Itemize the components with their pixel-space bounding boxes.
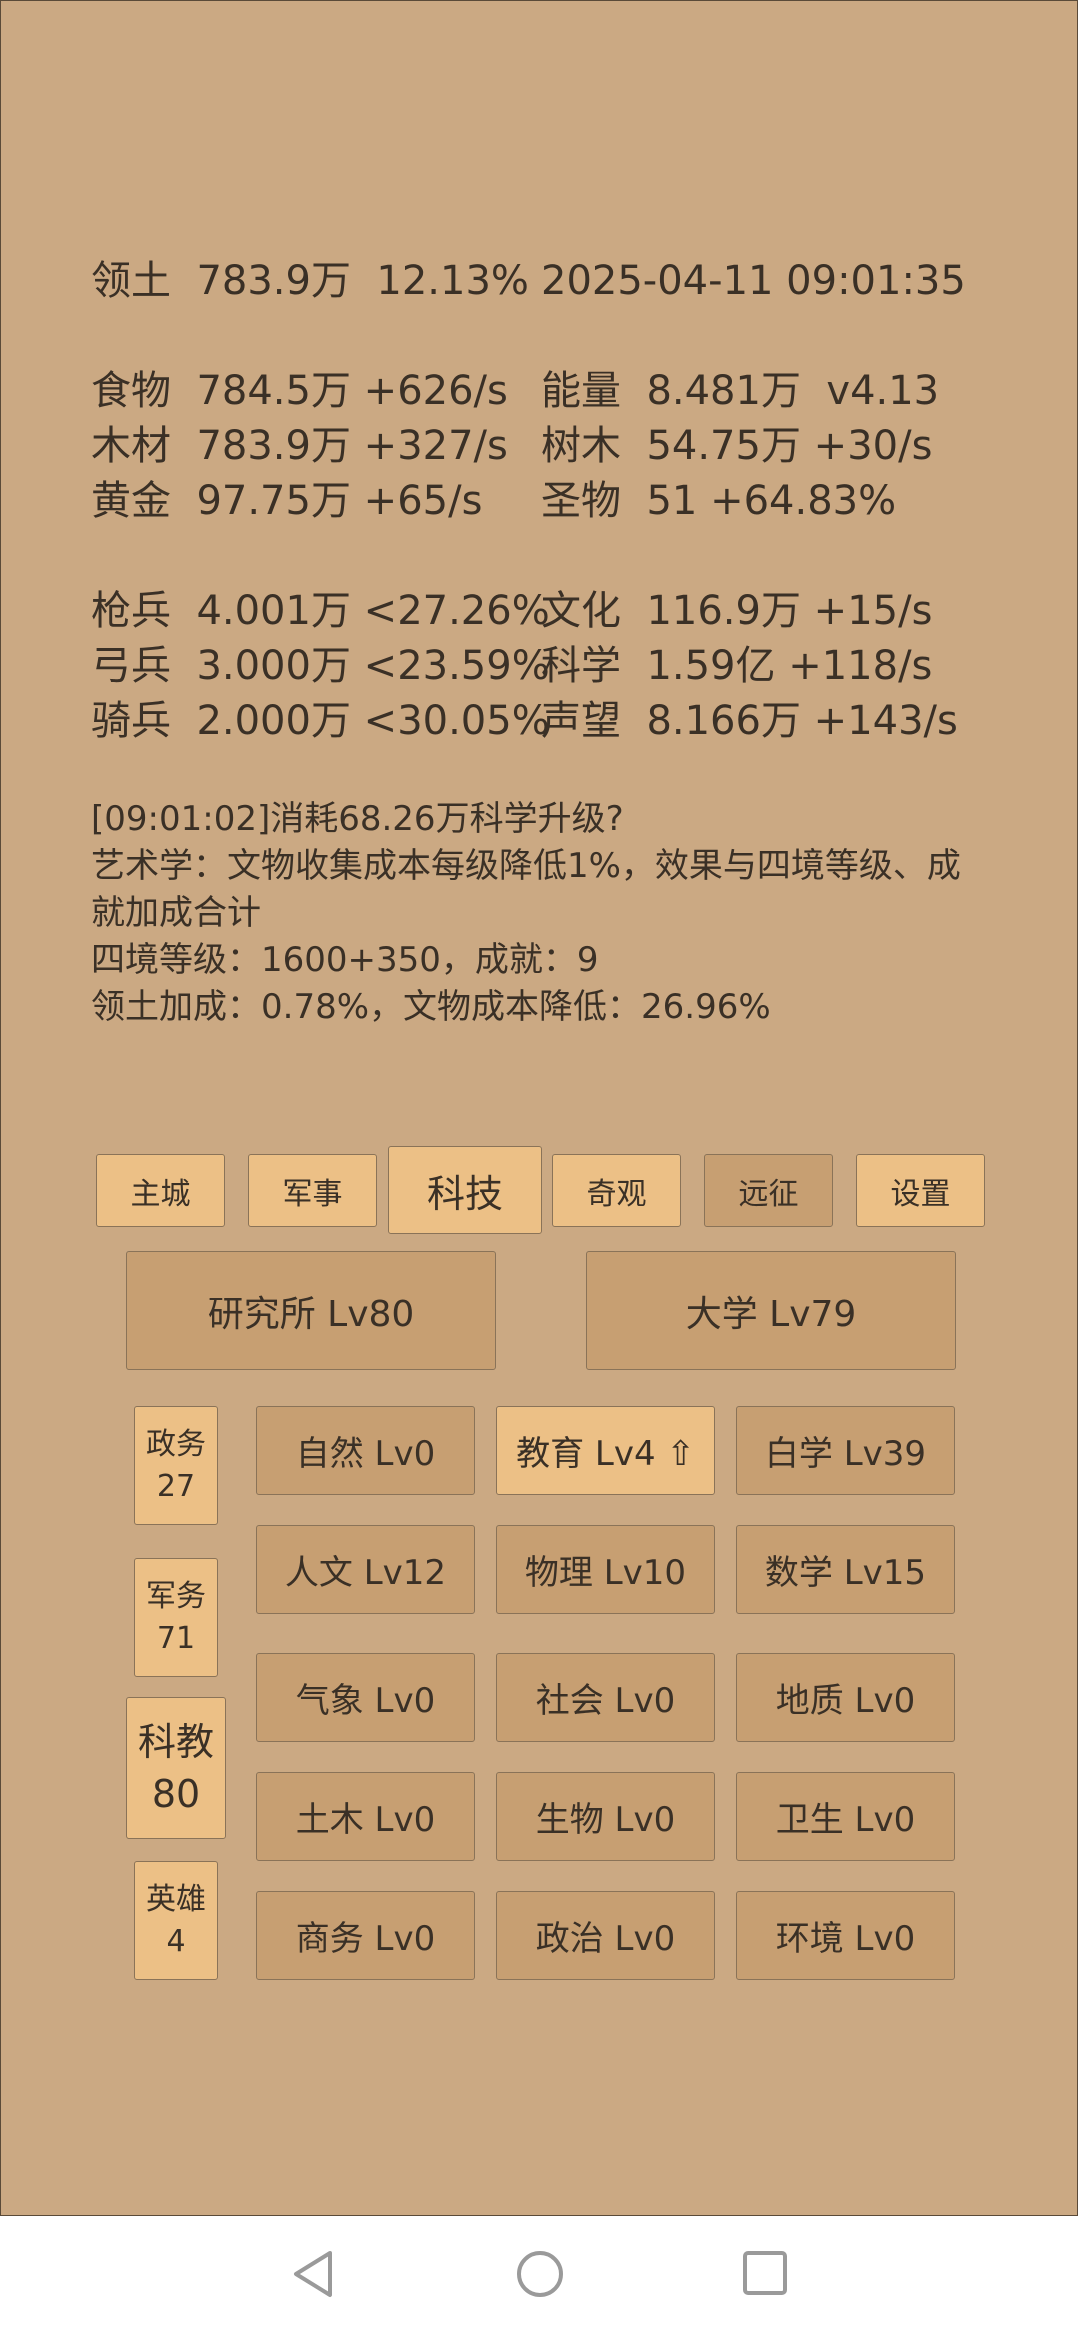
food-stat: 食物 784.5万 +626/s xyxy=(91,367,508,415)
tech-bai-studies[interactable]: 白学 Lv39 xyxy=(736,1406,955,1495)
energy-stat: 能量 8.481万 v4.13 xyxy=(541,367,939,415)
log-line: [09:01:02]消耗68.26万科学升级? xyxy=(91,799,624,839)
tech-biology[interactable]: 生物 Lv0 xyxy=(496,1772,715,1861)
tech-politics[interactable]: 政治 Lv0 xyxy=(496,1891,715,1980)
stat-rate: <23.59% xyxy=(363,643,550,689)
game-screen: 领土 783.9万 12.13% 2025-04-11 09:01:35 食物 … xyxy=(0,0,1078,2216)
tab-military[interactable]: 军事 xyxy=(248,1154,377,1227)
stat-rate: +15/s xyxy=(813,588,933,634)
stat-label: 声望 xyxy=(541,698,621,744)
tech-nature[interactable]: 自然 Lv0 xyxy=(256,1406,475,1495)
stat-rate: 12.13% xyxy=(376,258,529,304)
spear-stat: 枪兵 4.001万 <27.26% xyxy=(91,587,550,635)
side-politics[interactable]: 政务 27 xyxy=(134,1406,218,1525)
side-military-affairs[interactable]: 军务 71 xyxy=(134,1558,218,1677)
building-university[interactable]: 大学 Lv79 xyxy=(586,1251,956,1370)
building-institute[interactable]: 研究所 Lv80 xyxy=(126,1251,496,1370)
message-log: [09:01:02]消耗68.26万科学升级? 艺术学：文物收集成本每级降低1%… xyxy=(91,796,991,1031)
culture-stat: 文化 116.9万 +15/s xyxy=(541,587,932,635)
stat-label: 圣物 xyxy=(541,478,621,524)
stat-label: 黄金 xyxy=(91,478,171,524)
tech-civil-engineering[interactable]: 土木 Lv0 xyxy=(256,1772,475,1861)
stat-rate: +64.83% xyxy=(710,478,897,524)
stat-value: 3.000万 xyxy=(196,643,351,689)
gold-stat: 黄金 97.75万 +65/s xyxy=(91,477,482,525)
stat-value: 8.481万 xyxy=(646,368,801,414)
stat-rate: +143/s xyxy=(813,698,958,744)
tech-mathematics[interactable]: 数学 Lv15 xyxy=(736,1525,955,1614)
stat-value: 54.75万 xyxy=(646,423,801,469)
wood-stat: 木材 783.9万 +327/s xyxy=(91,422,508,470)
stat-label: 文化 xyxy=(541,588,621,634)
stat-rate: <30.05% xyxy=(363,698,550,744)
prestige-stat: 声望 8.166万 +143/s xyxy=(541,697,958,745)
tech-education[interactable]: 教育 Lv4 ⇧ xyxy=(496,1406,715,1495)
side-heroes[interactable]: 英雄 4 xyxy=(134,1861,218,1980)
tech-hygiene[interactable]: 卫生 Lv0 xyxy=(736,1772,955,1861)
log-line: 领土加成：0.78%，文物成本降低：26.96% xyxy=(91,987,771,1027)
tech-humanities[interactable]: 人文 Lv12 xyxy=(256,1525,475,1614)
side-level: 71 xyxy=(156,1620,196,1656)
stat-value: 97.75万 xyxy=(196,478,351,524)
side-label: 英雄 xyxy=(146,1881,206,1917)
science-stat: 科学 1.59亿 +118/s xyxy=(541,642,932,690)
relic-stat: 圣物 51 +64.83% xyxy=(541,477,896,525)
stat-label: 食物 xyxy=(91,368,171,414)
tech-commerce[interactable]: 商务 Lv0 xyxy=(256,1891,475,1980)
stat-rate: +118/s xyxy=(788,643,933,689)
side-label: 政务 xyxy=(146,1426,206,1462)
stat-rate: +626/s xyxy=(363,368,508,414)
side-level: 80 xyxy=(151,1772,201,1816)
tech-geology[interactable]: 地质 Lv0 xyxy=(736,1653,955,1742)
back-triangle-icon[interactable] xyxy=(290,2249,338,2299)
stat-rate: +65/s xyxy=(363,478,483,524)
stat-label: 骑兵 xyxy=(91,698,171,744)
stat-rate: +327/s xyxy=(363,423,508,469)
stat-label: 弓兵 xyxy=(91,643,171,689)
stat-rate: +30/s xyxy=(813,423,933,469)
tab-expedition[interactable]: 远征 xyxy=(704,1154,833,1227)
stat-value: 783.9万 xyxy=(196,423,351,469)
recents-square-icon[interactable] xyxy=(741,2249,789,2297)
archer-stat: 弓兵 3.000万 <23.59% xyxy=(91,642,550,690)
home-circle-icon[interactable] xyxy=(515,2249,565,2299)
stat-value: 2.000万 xyxy=(196,698,351,744)
stat-label: 能量 xyxy=(541,368,621,414)
stat-value: 51 xyxy=(646,478,698,524)
side-level: 27 xyxy=(156,1468,196,1504)
stat-label: 木材 xyxy=(91,423,171,469)
tech-society[interactable]: 社会 Lv0 xyxy=(496,1653,715,1742)
tech-physics[interactable]: 物理 Lv10 xyxy=(496,1525,715,1614)
system-navigation-bar xyxy=(0,2216,1080,2331)
stat-value: 8.166万 xyxy=(646,698,801,744)
stat-value: 784.5万 xyxy=(196,368,351,414)
tab-wonders[interactable]: 奇观 xyxy=(552,1154,681,1227)
side-label: 军务 xyxy=(146,1578,206,1614)
tab-settings[interactable]: 设置 xyxy=(856,1154,985,1227)
tab-technology[interactable]: 科技 xyxy=(388,1146,542,1234)
side-level: 4 xyxy=(166,1923,186,1959)
stat-value: 4.001万 xyxy=(196,588,351,634)
stat-label: 科学 xyxy=(541,643,621,689)
stat-value: 116.9万 xyxy=(646,588,801,634)
stat-value: 1.59亿 xyxy=(646,643,776,689)
tech-meteorology[interactable]: 气象 Lv0 xyxy=(256,1653,475,1742)
side-label: 科教 xyxy=(137,1720,214,1764)
stat-rate: <27.26% xyxy=(363,588,550,634)
tab-main-city[interactable]: 主城 xyxy=(96,1154,225,1227)
stat-value: 783.9万 xyxy=(196,258,351,304)
log-line: 艺术学：文物收集成本每级降低1%，效果与四境等级、成就加成合计 xyxy=(91,846,961,933)
datetime: 2025-04-11 09:01:35 xyxy=(541,258,966,304)
stat-label: 枪兵 xyxy=(91,588,171,634)
tech-environment[interactable]: 环境 Lv0 xyxy=(736,1891,955,1980)
version-label: v4.13 xyxy=(826,368,940,414)
territory-stat: 领土 783.9万 12.13% xyxy=(91,257,529,305)
stat-label: 领土 xyxy=(91,258,171,304)
tree-stat: 树木 54.75万 +30/s xyxy=(541,422,932,470)
log-line: 四境等级：1600+350，成就：9 xyxy=(91,940,599,980)
stat-label: 树木 xyxy=(541,423,621,469)
side-science-education[interactable]: 科教 80 xyxy=(126,1697,226,1839)
cavalry-stat: 骑兵 2.000万 <30.05% xyxy=(91,697,550,745)
